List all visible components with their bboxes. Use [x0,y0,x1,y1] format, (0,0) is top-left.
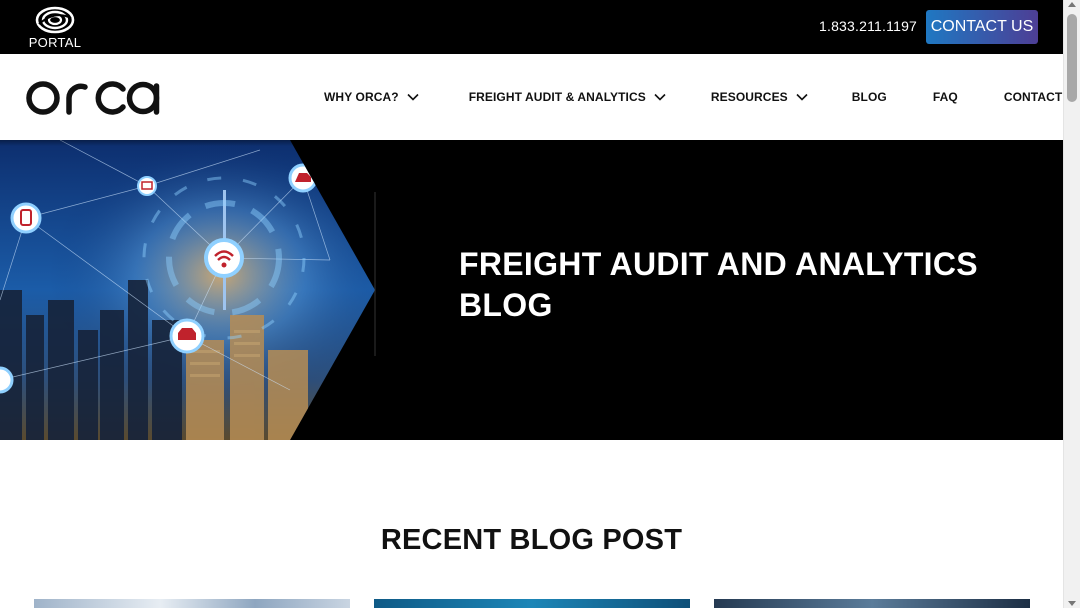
chevron-down-icon [796,93,808,101]
orca-wordmark [26,81,160,115]
scroll-up-arrow-icon[interactable] [1068,2,1076,7]
hero-title: FREIGHT AUDIT AND ANALYTICS BLOG [459,244,1019,326]
scroll-down-arrow-icon[interactable] [1068,601,1076,606]
page: PORTAL 1.833.211.1197 CONTACT US WHY ORC… [0,0,1080,608]
nav-item-blog[interactable]: BLOG [852,90,887,104]
hero-title-line-1: FREIGHT AUDIT AND ANALYTICS [459,246,978,282]
main-nav-bar: WHY ORCA? FREIGHT AUDIT & ANALYTICS RESO… [0,54,1080,140]
page-scrollbar[interactable] [1063,0,1080,608]
primary-nav: WHY ORCA? FREIGHT AUDIT & ANALYTICS RESO… [324,90,1080,104]
blog-card-image[interactable] [34,599,350,608]
contact-us-button[interactable]: CONTACT US [926,10,1038,44]
recent-blog-post-heading: RECENT BLOG POST [380,524,683,556]
nav-label: WHY ORCA? [324,90,399,104]
swirl-logo-icon [35,6,75,34]
nav-label: FREIGHT AUDIT & ANALYTICS [468,90,646,104]
portal-label: PORTAL [28,35,82,50]
orca-logo[interactable] [25,78,161,121]
phone-number[interactable]: 1.833.211.1197 [819,18,917,34]
blog-card-image[interactable] [374,599,690,608]
nav-item-why-orca[interactable]: WHY ORCA? [324,90,419,104]
chevron-down-icon [407,93,419,101]
hero-shadow [0,140,1063,146]
scrollbar-thumb[interactable] [1067,14,1077,102]
portal-link[interactable]: PORTAL [24,6,86,50]
top-bar: PORTAL 1.833.211.1197 CONTACT US [0,0,1063,54]
nav-label: FAQ [932,90,958,104]
chevron-down-icon [654,93,666,101]
hero-banner: FREIGHT AUDIT AND ANALYTICS BLOG [0,140,1063,440]
nav-item-faq[interactable]: FAQ [933,90,958,104]
blog-card-image[interactable] [714,599,1030,608]
hero-title-line-2: BLOG [459,287,553,323]
nav-label: BLOG [851,90,887,104]
nav-label: RESOURCES [710,90,788,104]
network-city-hero-image [0,140,376,440]
nav-item-freight-audit-analytics[interactable]: FREIGHT AUDIT & ANALYTICS [469,90,666,104]
nav-item-resources[interactable]: RESOURCES [711,90,808,104]
